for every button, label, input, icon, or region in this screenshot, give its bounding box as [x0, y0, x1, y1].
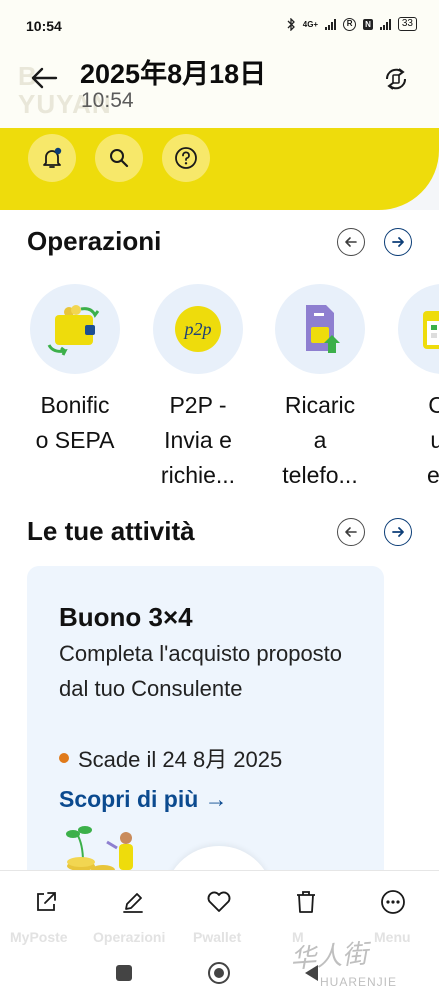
arrow-left-icon — [345, 237, 357, 247]
app-header: B YUYAN 2025年8月18日 10:54 — [0, 44, 439, 128]
registered-icon: R — [343, 17, 357, 31]
ghost-tab-label: MyPoste — [10, 929, 68, 945]
activities-title: Le tue attività — [27, 516, 195, 546]
operation-icon-circle — [275, 284, 365, 374]
wallet-transfer-icon — [47, 305, 100, 356]
more-button[interactable] — [378, 887, 408, 917]
page-subtitle: 10:54 — [81, 89, 134, 112]
operation-icon-circle: p2p — [153, 284, 243, 374]
operations-prev-button[interactable] — [337, 228, 365, 256]
battery-icon: 33 — [397, 17, 417, 31]
coins-plant-illustration — [66, 826, 133, 870]
help-button[interactable] — [162, 134, 210, 182]
bottom-toolbar: MyPoste Operazioni Pwallet M Menu — [0, 870, 439, 948]
system-navigation-bar — [0, 948, 439, 1000]
operation-phone-topup[interactable]: Ricaric a telefo... — [262, 284, 378, 493]
p2p-icon: p2p — [175, 306, 221, 352]
share-button[interactable] — [31, 887, 61, 917]
sim-card-icon — [306, 305, 340, 353]
nfc-icon: N — [363, 18, 373, 30]
recents-button[interactable] — [116, 965, 132, 981]
signal-icon-2 — [379, 18, 391, 30]
trash-icon — [297, 891, 315, 913]
status-icons: 4G+ R N 33 — [287, 17, 417, 31]
delete-button[interactable] — [291, 887, 321, 917]
heart-icon — [207, 891, 231, 912]
operation-calendar[interactable]: Ce uff e p — [385, 284, 439, 493]
watermark-subtitle: HUARENJIE — [320, 975, 398, 989]
search-button[interactable] — [95, 134, 143, 182]
bluetooth-icon — [287, 17, 295, 31]
favorite-button[interactable] — [204, 887, 234, 917]
operations-next-button[interactable] — [384, 228, 412, 256]
activity-card[interactable]: Buono 3×4 Completa l'acquisto proposto d… — [27, 566, 384, 870]
activity-card-expiry: Scade il 24 8月 2025 — [59, 742, 282, 774]
operation-label: P2P - Invia e richie... — [160, 392, 236, 488]
operation-sepa-transfer[interactable]: Bonific o SEPA — [17, 284, 133, 458]
activity-card-description: Completa l'acquisto proposto dal tuo Con… — [59, 641, 343, 701]
share-icon — [37, 892, 56, 911]
back-arrow-icon[interactable] — [30, 66, 58, 90]
calendar-icon — [423, 311, 439, 349]
page-title: 2025年8月18日 — [80, 59, 267, 89]
arrow-right-icon — [392, 527, 404, 537]
search-icon — [110, 149, 129, 168]
activity-card-title: Buono 3×4 — [59, 602, 193, 632]
operation-icon-circle — [398, 284, 439, 374]
watermark-logo: 华人街 — [289, 939, 370, 975]
status-time: 10:54 — [26, 18, 62, 34]
arrow-left-icon — [345, 527, 357, 537]
svg-text:p2p: p2p — [183, 319, 212, 339]
arrow-right-icon — [392, 237, 404, 247]
discover-more-link[interactable]: Scopri di più → — [59, 786, 228, 813]
activities-next-button[interactable] — [384, 518, 412, 546]
operation-label: Bonific o SEPA — [35, 392, 115, 453]
status-bar: 10:54 4G+ R N 33 — [0, 0, 439, 44]
notifications-button[interactable] — [28, 134, 76, 182]
operation-p2p[interactable]: p2p P2P - Invia e richie... — [140, 284, 256, 493]
home-icon — [214, 968, 224, 978]
status-dot — [59, 753, 69, 763]
activities-prev-button[interactable] — [337, 518, 365, 546]
ghost-tab-label: Pwallet — [193, 929, 242, 945]
help-icon — [175, 147, 197, 169]
network-type: 4G+ — [302, 19, 319, 29]
operation-icon-circle — [30, 284, 120, 374]
edit-icon — [123, 893, 143, 913]
main-content: Operazioni Bonific o SEPA p2p P2P - Invi… — [0, 210, 439, 870]
signal-icon — [325, 18, 337, 30]
home-button[interactable] — [208, 962, 230, 984]
ghost-tab-label: Operazioni — [93, 929, 166, 945]
ghost-tab-label: Menu — [374, 929, 411, 945]
operation-label: Ricaric a telefo... — [282, 392, 358, 488]
operation-label: Ce uff e p — [427, 392, 439, 488]
bell-icon — [43, 147, 62, 168]
screen-rotate-icon[interactable] — [383, 66, 409, 92]
operations-title: Operazioni — [27, 226, 162, 256]
edit-button[interactable] — [118, 887, 148, 917]
more-icon — [381, 890, 405, 914]
